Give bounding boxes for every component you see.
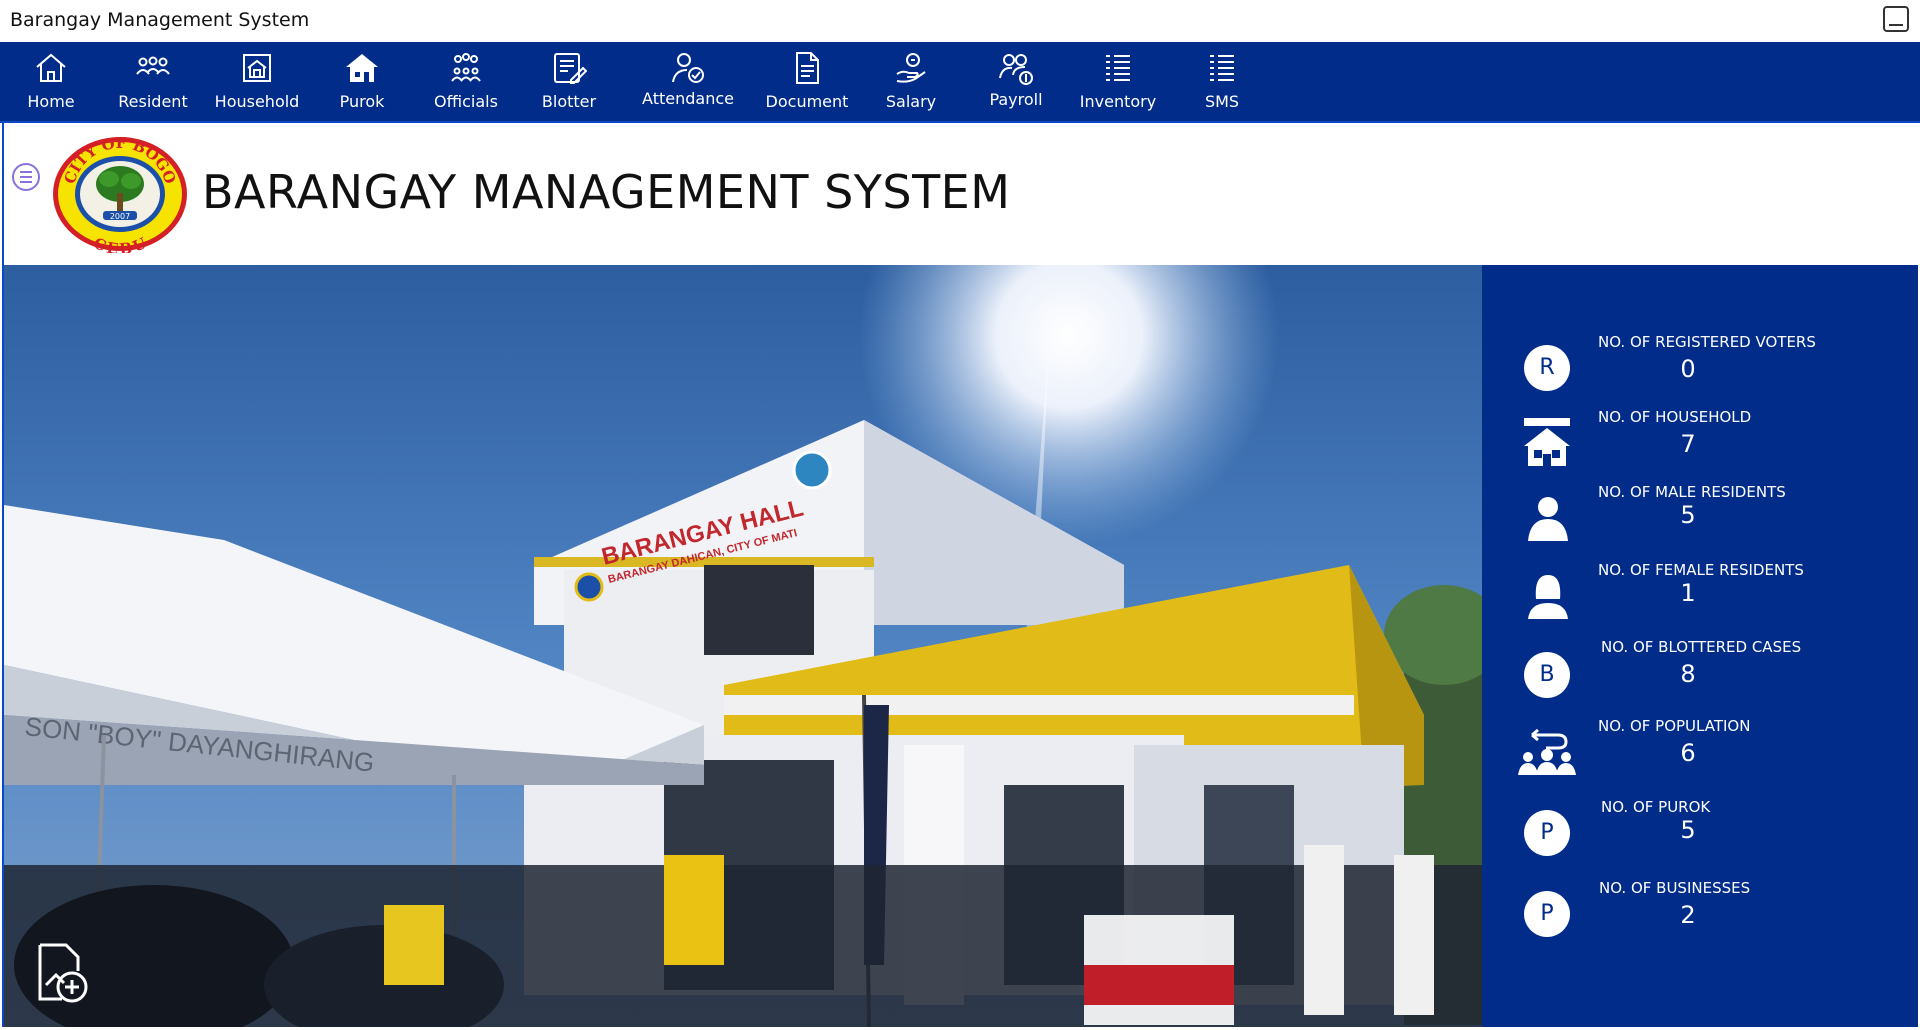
stat-value: 5 — [1680, 816, 1696, 844]
household-icon — [243, 54, 271, 82]
stat-label: NO. OF MALE RESIDENTS — [1598, 483, 1786, 501]
inventory-icon — [1106, 55, 1130, 81]
nav-household[interactable]: Household — [202, 42, 312, 123]
stat-registered-voters: R NO. OF REGISTERED VOTERS 0 — [1482, 333, 1918, 403]
stat-badge: R — [1524, 345, 1570, 391]
minimize-button[interactable] — [1883, 6, 1909, 32]
page-header: 2007 CITY OF BOGO CEBU BARANGAY MANAGEME… — [2, 123, 1918, 265]
stat-label: NO. OF REGISTERED VOTERS — [1598, 333, 1816, 351]
sms-icon — [1210, 55, 1234, 81]
seal-year: 2007 — [110, 212, 130, 221]
officials-icon — [451, 53, 481, 82]
stat-female-residents: NO. OF FEMALE RESIDENTS 1 — [1482, 561, 1918, 631]
stat-value: 8 — [1680, 660, 1696, 688]
stat-label: NO. OF POPULATION — [1598, 717, 1751, 735]
window-title-bar: Barangay Management System — [0, 0, 1920, 42]
nav-label: Resident — [118, 92, 188, 111]
stat-label: NO. OF BUSINESSES — [1599, 879, 1751, 897]
barangay-hall-photo: BARANGAY HALL BARANGAY DAHICAN, CITY OF … — [2, 265, 1482, 1027]
window-title: Barangay Management System — [10, 9, 310, 31]
nav-purok[interactable]: Purok — [307, 42, 417, 123]
nav-label: Blotter — [541, 92, 597, 111]
stat-population: NO. OF POPULATION 6 — [1482, 717, 1918, 787]
stat-label: NO. OF PUROK — [1601, 798, 1711, 816]
payroll-icon — [999, 54, 1033, 85]
nav-label: SMS — [1204, 92, 1240, 111]
household-icon — [1524, 418, 1570, 466]
stat-value: 6 — [1680, 739, 1696, 767]
stat-purok: P NO. OF PUROK 5 — [1482, 798, 1918, 868]
nav-attendance[interactable]: Attendance — [633, 42, 743, 123]
nav-sms[interactable]: SMS — [1167, 42, 1277, 123]
add-document-icon[interactable] — [34, 941, 94, 1005]
stat-value: 5 — [1680, 501, 1696, 529]
blotter-icon — [554, 53, 587, 84]
nav-label: Inventory — [1079, 92, 1157, 111]
nav-payroll[interactable]: Payroll — [961, 42, 1071, 123]
nav-label: Attendance — [642, 89, 734, 108]
stats-panel: R NO. OF REGISTERED VOTERS 0 NO. OF HOUS… — [1482, 265, 1918, 1027]
stat-value: 2 — [1680, 901, 1696, 929]
stat-badge: P — [1524, 891, 1570, 937]
nav-label: Home — [27, 92, 75, 111]
attendance-icon — [672, 53, 704, 83]
nav-inventory[interactable]: Inventory — [1063, 42, 1173, 123]
salary-icon — [896, 53, 926, 83]
stat-badge: P — [1524, 810, 1570, 856]
stat-label: NO. OF HOUSEHOLD — [1598, 408, 1752, 426]
stat-value: 1 — [1680, 579, 1696, 607]
stat-value: 0 — [1680, 355, 1696, 383]
city-seal-logo: 2007 CITY OF BOGO CEBU — [53, 135, 187, 253]
nav-blotter[interactable]: Blotter — [514, 42, 624, 123]
nav-officials[interactable]: Officials — [411, 42, 521, 123]
nav-label: Payroll — [989, 90, 1043, 109]
nav-label: Officials — [434, 92, 498, 111]
nav-resident[interactable]: Resident — [98, 42, 208, 123]
nav-label: Salary — [885, 92, 937, 111]
stat-blottered-cases: B NO. OF BLOTTERED CASES 8 — [1482, 638, 1918, 708]
stat-businesses: P NO. OF BUSINESSES 2 — [1482, 879, 1918, 949]
stat-household: NO. OF HOUSEHOLD 7 — [1482, 408, 1918, 478]
nav-label: Household — [214, 92, 300, 111]
stat-value: 7 — [1680, 430, 1696, 458]
nav-home[interactable]: Home — [0, 42, 106, 123]
menu-toggle-button[interactable] — [12, 163, 40, 191]
stat-label: NO. OF FEMALE RESIDENTS — [1598, 561, 1804, 579]
main-nav: Home Resident Household Purok Officials … — [0, 42, 1920, 123]
stat-badge: B — [1524, 652, 1570, 698]
home-icon — [36, 53, 66, 82]
female-icon — [1528, 575, 1568, 619]
document-icon — [796, 52, 819, 84]
nav-document[interactable]: Document — [752, 42, 862, 123]
nav-label: Purok — [339, 92, 385, 111]
male-icon — [1528, 497, 1568, 541]
page-title: BARANGAY MANAGEMENT SYSTEM — [202, 165, 1011, 219]
stat-male-residents: NO. OF MALE RESIDENTS 5 — [1482, 483, 1918, 553]
population-icon — [1518, 728, 1576, 775]
residents-icon — [136, 56, 170, 75]
purok-house-icon — [346, 54, 378, 82]
nav-salary[interactable]: Salary — [856, 42, 966, 123]
nav-label: Document — [765, 92, 849, 111]
stat-label: NO. OF BLOTTERED CASES — [1601, 638, 1802, 656]
